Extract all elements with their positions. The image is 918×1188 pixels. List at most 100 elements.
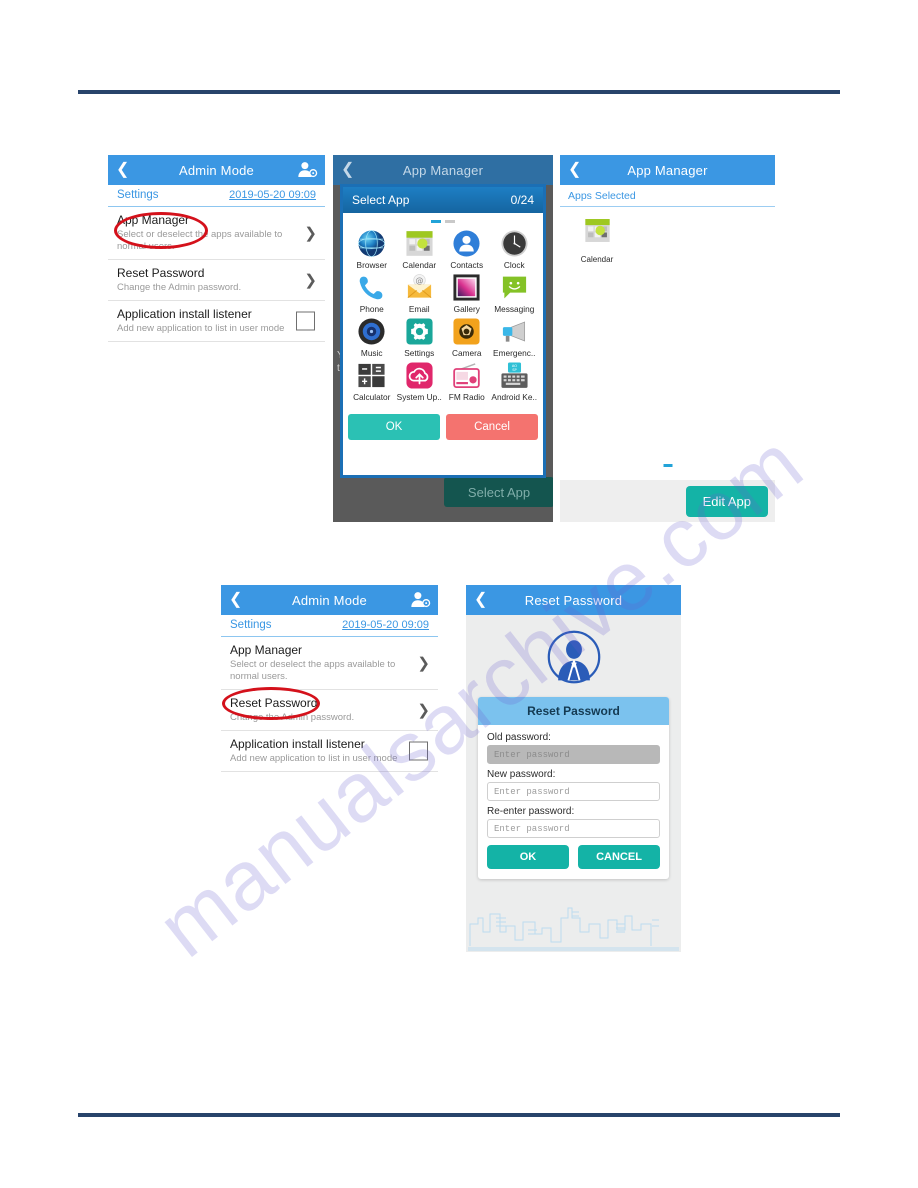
chevron-left-icon[interactable]: ❮ [229,592,242,608]
clock-icon [500,229,529,258]
user-settings-icon[interactable] [297,160,318,181]
install-listener-checkbox[interactable] [409,741,428,761]
settings-row-install-listener[interactable]: Application install listener Add new app… [221,731,438,772]
app-label: Calendar [580,255,614,264]
old-password-input[interactable]: Enter password [487,745,660,764]
app-cell-contacts[interactable]: Contacts [443,229,491,270]
city-skyline-decoration [466,888,681,952]
selected-app-calendar[interactable]: Calendar [574,217,620,267]
screenshot-reset-password: ❮ Reset Password Reset Password Old pass… [466,585,681,952]
row-title: Application install listener [230,737,365,751]
cloud-upload-icon [405,361,434,390]
contacts-icon [452,229,481,258]
app-cell-phone[interactable]: Phone [348,273,396,314]
row-description: Add new application to list in user mode [117,323,285,334]
reenter-password-input[interactable]: Enter password [487,819,660,838]
megaphone-icon [500,317,529,346]
app-label: Gallery [453,304,480,314]
radio-icon [452,361,481,390]
email-icon: @ [405,273,434,302]
screenshot-apps-selected: ❮ App Manager Apps Selected Calendar Edi… [560,155,775,522]
app-label: Calculator [353,392,391,402]
reset-password-card-title: Reset Password [478,697,669,725]
app-label: Camera [451,348,482,358]
select-app-counter: 0/24 [510,193,534,207]
new-password-label: New password: [487,769,556,780]
reset-password-header: ❮ Reset Password [466,585,681,615]
cancel-button[interactable]: CANCEL [578,845,660,869]
app-label: System Up.. [396,392,442,402]
screenshot-select-app-dialog: ❮ App Manager Y th Select App Select App… [333,155,553,522]
app-label: Android Ke.. [491,392,538,402]
app-cell-calculator[interactable]: Calculator [348,361,396,402]
install-listener-checkbox[interactable] [296,311,315,331]
app-cell-gallery[interactable]: Gallery [443,273,491,314]
admin-mode-1-subbar: Settings 2019-05-20 09:09 [108,185,325,207]
row-description: Select or deselect the apps available to… [230,659,396,682]
music-icon [357,317,386,346]
app-label: Calendar [402,260,437,270]
apps-selected-header: ❮ App Manager [560,155,775,185]
row-title: Reset Password [117,266,205,280]
admin-mode-2-header: ❮ Admin Mode [221,585,438,615]
reenter-password-label: Re-enter password: [487,806,575,817]
app-cell-music[interactable]: Music [348,317,396,358]
admin-mode-1-title: Admin Mode [179,162,254,178]
row-title: Application install listener [117,307,252,321]
app-cell-emergency[interactable]: Emergenc.. [491,317,539,358]
app-cell-email[interactable]: @ Email [396,273,444,314]
gallery-icon [452,273,481,302]
app-label: Music [360,348,383,358]
settings-row-reset-password[interactable]: Reset Password Change the Admin password… [108,260,325,301]
app-cell-settings[interactable]: Settings [396,317,444,358]
cancel-button[interactable]: Cancel [446,414,538,440]
annotation-ellipse-reset-password [222,687,320,720]
edit-app-button[interactable]: Edit App [685,485,768,517]
select-app-dialog-buttons: OK Cancel [343,409,543,446]
globe-icon [357,229,386,258]
calendar-icon [405,229,434,258]
app-label: Contacts [450,260,484,270]
annotation-ellipse-app-manager [114,212,208,249]
screenshot-admin-mode-app-manager: ❮ Admin Mode Settings 2019-05-20 09:09 A… [108,155,325,522]
settings-label: Settings [230,619,272,631]
app-cell-clock[interactable]: Clock [491,229,539,270]
app-cell-fm-radio[interactable]: FM Radio [443,361,491,402]
settings-row-app-manager[interactable]: App Manager Select or deselect the apps … [221,637,438,690]
app-label: FM Radio [448,392,485,402]
timestamp-label: 2019-05-20 09:09 [342,619,429,631]
reset-password-body: Reset Password Old password: Enter passw… [466,615,681,952]
screenshot-admin-mode-reset-password: ❮ Admin Mode Settings 2019-05-20 09:09 A… [221,585,438,952]
ok-button[interactable]: OK [487,845,569,869]
background-select-app-button[interactable]: Select App [444,477,553,507]
ok-button[interactable]: OK [348,414,440,440]
select-app-dialog-title: Select App [352,193,410,207]
chevron-left-icon[interactable]: ❮ [474,592,487,608]
chevron-left-icon[interactable]: ❮ [116,162,129,178]
app-cell-calendar[interactable]: Calendar [396,229,444,270]
apps-selected-title: App Manager [627,162,708,178]
user-settings-icon[interactable] [410,590,431,611]
chevron-right-icon: ❯ [417,702,430,719]
selected-apps-grid: Calendar [560,207,775,267]
row-description: Add new application to list in user mode [230,753,398,764]
page-dot-1[interactable] [431,220,441,223]
new-password-input[interactable]: Enter password [487,782,660,801]
chevron-right-icon: ❯ [304,272,317,289]
app-cell-camera[interactable]: Camera [443,317,491,358]
app-cell-browser[interactable]: Browser [348,229,396,270]
page-dot-1[interactable] [663,464,672,467]
app-cell-system-update[interactable]: System Up.. [396,361,444,402]
settings-row-install-listener[interactable]: Application install listener Add new app… [108,301,325,342]
page-header-rule [78,90,840,94]
app-cell-messaging[interactable]: Messaging [491,273,539,314]
app-label: Clock [503,260,525,270]
admin-mode-1-header: ❮ Admin Mode [108,155,325,185]
camera-icon [452,317,481,346]
app-label: Messaging [494,304,535,314]
app-manager-dim-header: ❮ App Manager [333,155,553,185]
app-cell-android-keyboard[interactable]: AO SP Android Ke.. [491,361,539,402]
chevron-left-icon[interactable]: ❮ [568,162,581,178]
page-dot-2[interactable] [445,220,455,223]
chevron-left-icon[interactable]: ❮ [341,162,354,178]
